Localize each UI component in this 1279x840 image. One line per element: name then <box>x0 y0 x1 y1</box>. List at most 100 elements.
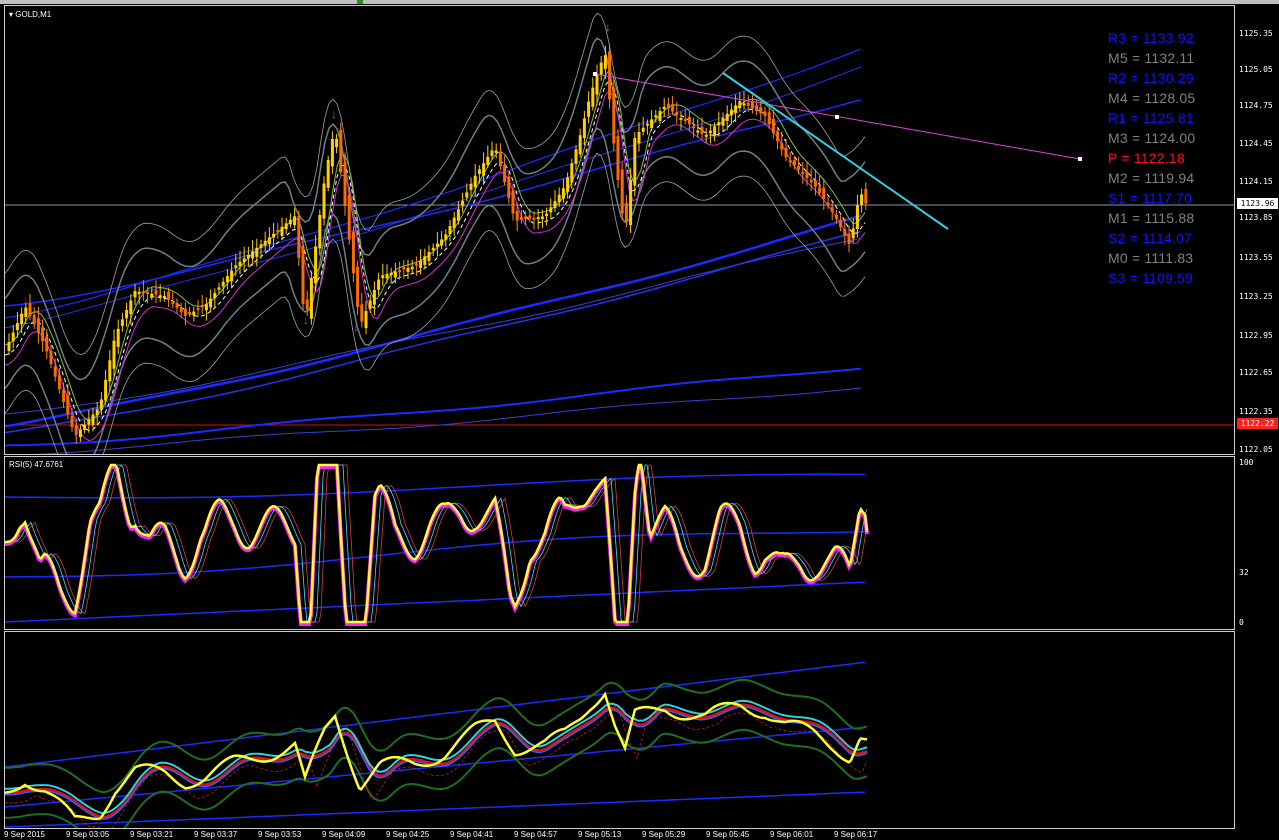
candle-body <box>175 302 179 308</box>
candle-body <box>251 251 255 259</box>
price-chart-canvas[interactable]: ↓ ↓ ↓ ↓ ↓ ↓ ↓ <box>5 6 1235 455</box>
trendline-anchor <box>1078 157 1082 161</box>
candle-body <box>398 270 402 273</box>
time-axis-label: 9 Sep 05:13 <box>578 830 622 839</box>
candle-body <box>364 311 368 328</box>
price-scale-label: 1122.65 <box>1239 368 1273 377</box>
candle-body <box>234 265 238 268</box>
candle-body <box>129 300 133 315</box>
candle-body <box>805 171 809 178</box>
time-axis-label: 9 Sep 03:53 <box>258 830 302 839</box>
price-scale-label: 1123.85 <box>1239 213 1273 222</box>
rsi-canvas[interactable] <box>5 457 1235 630</box>
candle-body <box>587 101 591 117</box>
candle-body <box>633 138 637 186</box>
candle-body <box>498 151 502 167</box>
candle-body <box>700 126 704 134</box>
candle-body <box>671 103 675 112</box>
candle-body <box>448 226 452 235</box>
candle-body <box>368 300 372 309</box>
price-scale[interactable]: 1125.35 1125.05 1124.75 1124.45 1124.15 1123.… <box>1235 5 1279 455</box>
candle-body <box>595 75 599 95</box>
time-axis-label: 9 Sep 04:09 <box>322 830 366 839</box>
candle-body <box>221 281 225 287</box>
candle-body <box>179 307 183 313</box>
pivot-level-label: R2 = 1130.29 <box>1108 70 1194 86</box>
candle-body <box>713 126 717 136</box>
candle-body <box>561 188 565 199</box>
oscillator-canvas[interactable] <box>5 632 1235 829</box>
top-border <box>0 0 1279 4</box>
candle-body <box>162 295 166 299</box>
moving-average-band-line <box>34 387 862 454</box>
candle-body <box>53 366 57 377</box>
pivot-level-label: M5 = 1132.11 <box>1108 50 1195 66</box>
candle-body <box>171 302 175 305</box>
chart-title: ▾ GOLD,M1 <box>9 10 51 19</box>
candle-body <box>797 165 801 170</box>
trendline-anchor <box>593 72 597 76</box>
candle-body <box>167 291 171 300</box>
candle-body <box>553 201 557 209</box>
candle-body <box>385 274 389 279</box>
candle-body <box>318 215 322 249</box>
rsi-pane[interactable]: RSI(5) 47.6761 <box>4 456 1235 630</box>
candle-body <box>99 399 103 410</box>
time-axis-label: 9 Sep 2015 <box>4 830 45 839</box>
candle-body <box>108 360 112 382</box>
rsi-title: RSI(5) 47.6761 <box>9 460 64 469</box>
oscillator-pane[interactable] <box>4 631 1235 829</box>
candle-body <box>347 194 351 240</box>
bollinger-envelope-line <box>5 152 866 454</box>
candle-body <box>494 150 498 154</box>
candle-body <box>293 216 297 226</box>
candle-body <box>393 271 397 278</box>
candle-body <box>41 327 45 342</box>
candle-body <box>540 216 544 219</box>
candle-body <box>154 290 158 295</box>
fractal-arrow-icon: ↓ <box>73 425 79 439</box>
candle-body <box>566 177 570 192</box>
candle-body <box>801 171 805 174</box>
candle-body <box>603 55 607 69</box>
time-axis-label: 9 Sep 05:45 <box>706 830 750 839</box>
candle-body <box>381 275 385 279</box>
candle-body <box>763 111 767 116</box>
candle-body <box>759 107 763 114</box>
candle-body <box>330 139 334 167</box>
candle-body <box>599 62 603 75</box>
moving-average-band-line <box>5 367 862 447</box>
candle-body <box>591 87 595 107</box>
price-scale-label: 1122.05 <box>1239 445 1273 454</box>
candle-body <box>49 350 53 364</box>
candle-body <box>654 115 658 118</box>
candle-body <box>767 112 771 125</box>
candle-body <box>578 135 582 155</box>
rsi-scale: 100 32 0 <box>1235 456 1279 630</box>
candle-body <box>545 213 549 217</box>
candle-body <box>704 134 708 137</box>
rsi-label-32: 32 <box>1239 568 1249 577</box>
candle-body <box>259 244 263 248</box>
candle-body <box>309 278 313 319</box>
candle-body <box>834 214 838 219</box>
candle-body <box>419 260 423 268</box>
price-scale-label: 1123.55 <box>1239 253 1273 262</box>
osc-upper-blue-line <box>5 661 866 768</box>
chart-menu-arrow-icon[interactable]: ▾ <box>9 10 13 19</box>
candle-body <box>414 263 418 266</box>
fractal-arrow-icon: ↓ <box>847 232 853 246</box>
candle-body <box>238 261 242 266</box>
candle-body <box>360 304 364 322</box>
candle-body <box>826 202 830 206</box>
price-chart-pane[interactable]: ↓ ↓ ↓ ↓ ↓ ↓ ↓ ▾ GOLD,M1 <box>4 5 1235 455</box>
candle-body <box>356 266 360 307</box>
price-scale-label: 1124.15 <box>1239 177 1273 186</box>
moving-average-band-line <box>5 237 862 415</box>
candle-body <box>624 203 628 222</box>
candle-body <box>612 87 616 144</box>
candle-body <box>272 233 276 238</box>
candle-body <box>687 116 691 125</box>
candle-body <box>125 309 129 319</box>
candle-body <box>708 130 712 134</box>
